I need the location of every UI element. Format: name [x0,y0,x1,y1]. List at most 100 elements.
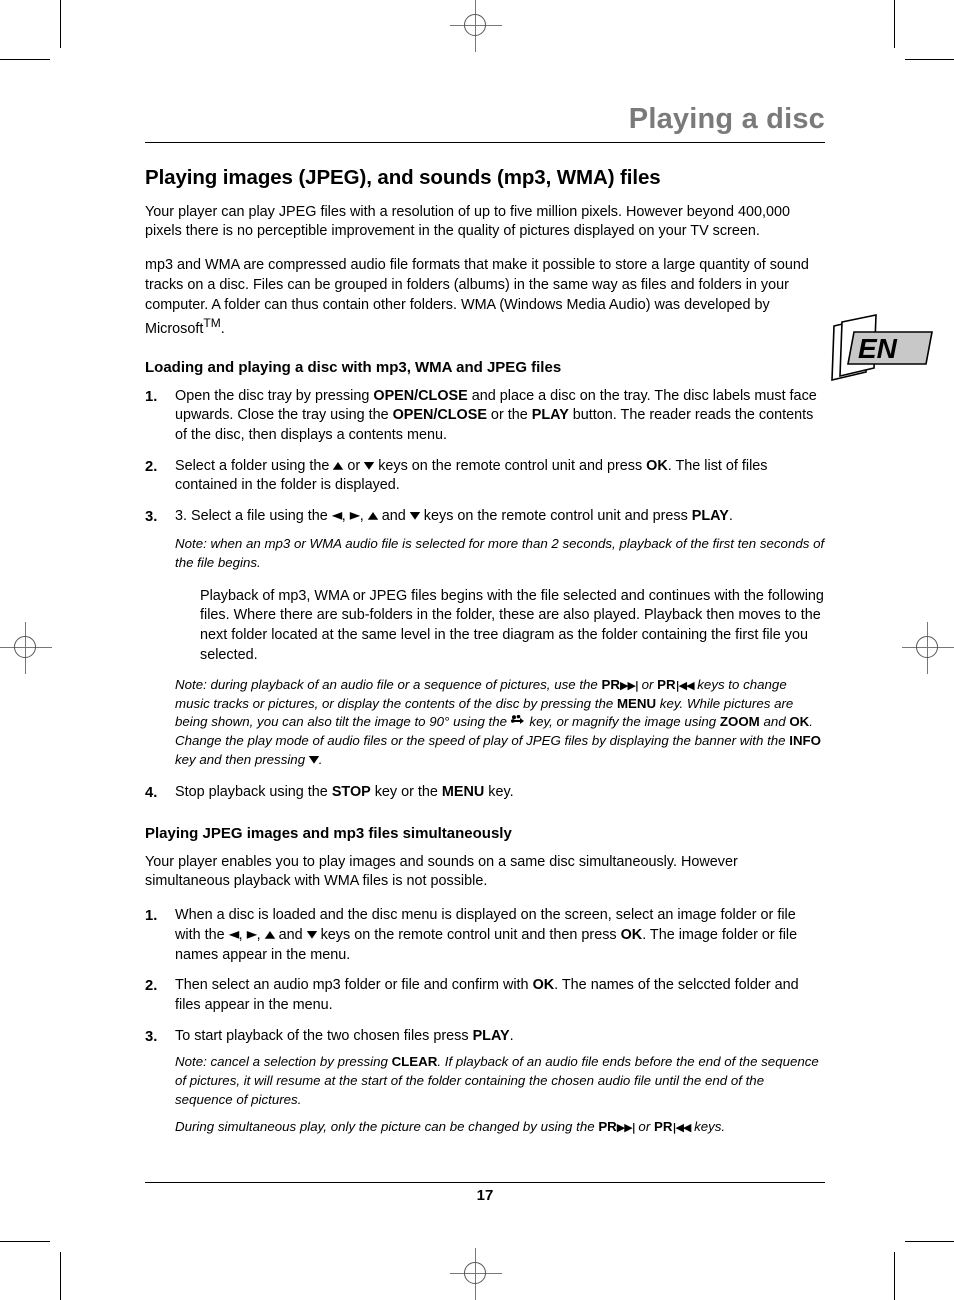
arrow-up-icon: ▲ [264,928,275,941]
crop-mark-top-right-vertical [894,0,895,48]
t: Note: during playback of an audio file o… [175,676,602,692]
t: and [759,714,790,730]
page-title: Playing images (JPEG), and sounds (mp3, … [145,166,661,189]
key-pr: PR [653,1119,673,1135]
skip-backward-icon: |◀◀ [675,678,695,692]
step-note: Note: when an mp3 or WMA audio file is s… [175,535,825,570]
step-note-2: During simultaneous play, only the pictu… [175,1118,825,1137]
section-1-heading: Loading and playing a disc with mp3, WMA… [145,358,562,376]
step-number: 1. [145,908,158,925]
list-item: 1. When a disc is loaded and the disc me… [145,906,825,965]
list-item: 4. Stop playback using the STOP key or t… [145,783,825,803]
step-number: 1. [145,388,158,405]
step-text: Then select an audio mp3 folder or file … [175,976,825,1015]
key-ok: OK [532,977,555,994]
crop-mark-bottom-left-vertical [60,1252,61,1300]
page-footer: 17 [145,1182,825,1204]
key-menu: MENU [441,783,485,800]
arrow-up-icon: ▲ [367,509,379,522]
intro-p2-text: mp3 and WMA are compressed audio file fo… [145,257,809,338]
key-pr: PR [598,1119,617,1135]
step-body: Then select an audio mp3 folder or file … [175,976,825,1015]
language-badge-en: EN [826,310,938,382]
key-ok: OK [789,714,810,730]
step-text: To start playback of the two chosen file… [175,1027,825,1047]
arrow-down-icon: ▼ [308,753,320,766]
t: or [343,457,365,474]
t: key. [484,783,514,800]
key-zoom: ZOOM [719,714,760,730]
skip-forward-icon: ▶▶| [620,678,639,692]
en-badge-label: EN [858,333,898,364]
key-play: PLAY [691,508,729,525]
page-number: 17 [476,1187,494,1204]
arrow-left-icon: ◀ [228,928,239,941]
t: keys. [690,1119,726,1135]
page-content: Playing a disc Playing images (JPEG), an… [145,0,825,1148]
t: . [509,1027,514,1044]
running-head: Playing a disc [628,103,825,135]
arrow-down-icon: ▼ [363,459,375,472]
t: Select a folder using the [175,457,334,474]
intro-p2-period: . [220,321,225,338]
t: . [318,752,323,768]
list-item: 2. Then select an audio mp3 folder or fi… [145,976,825,1015]
step-text: Open the disc tray by pressing OPEN/CLOS… [175,387,825,446]
key-ok: OK [646,457,668,474]
crop-mark-top-left-vertical [60,0,61,48]
t: 3. Select a file using the [175,508,332,525]
crop-mark-bottom-right-vertical [894,1252,895,1300]
step-note-1: Note: cancel a selection by pressing CLE… [175,1053,825,1110]
t: keys on the remote control unit and then… [316,926,621,943]
header-divider [145,142,825,143]
step-body: 3. Select a file using the ◀, ▶, ▲ and ▼… [175,507,825,770]
t: Then select an audio mp3 folder or file … [175,977,533,994]
key-pr: PR [657,676,676,692]
step-body: Stop playback using the STOP key or the … [175,783,825,803]
t: Note: cancel a selection by pressing [175,1054,392,1070]
t: , [359,508,368,525]
list-item: 3. 3. Select a file using the ◀, ▶, ▲ an… [145,507,825,770]
key-open-close: OPEN/CLOSE [392,407,487,424]
step-text: When a disc is loaded and the disc menu … [175,906,825,965]
section-2-heading: Playing JPEG images and mp3 files simult… [145,824,512,842]
key-stop: STOP [331,783,371,800]
arrow-left-icon: ◀ [331,509,343,522]
en-badge-graphic: EN [831,314,933,382]
t: , [341,508,350,525]
step-body: Select a folder using the ▲ or ▼ keys on… [175,457,825,496]
t: or the [486,407,532,424]
key-pr: PR [601,676,620,692]
step-text: Select a folder using the ▲ or ▼ keys on… [175,457,825,496]
t: Open the disc tray by pressing [175,387,374,404]
list-item: 1. Open the disc tray by pressing OPEN/C… [145,387,825,446]
step-number: 4. [145,784,158,801]
t: key and then pressing [175,752,309,768]
intro-paragraph-2: mp3 and WMA are compressed audio file fo… [145,256,825,340]
key-info: INFO [789,733,822,749]
registration-mark-left [0,622,52,674]
t: Stop playback using the [175,783,332,800]
t: or [637,676,658,692]
arrow-right-icon: ▶ [246,928,257,941]
key-open-close: OPEN/CLOSE [373,387,468,404]
t: keys on the remote control unit and pres… [374,457,647,474]
arrow-up-icon: ▲ [333,459,344,472]
key-play: PLAY [531,407,569,424]
list-item: 3. To start playback of the two chosen f… [145,1027,825,1137]
t: and [274,926,307,943]
t: , [238,926,247,943]
step-body: To start playback of the two chosen file… [175,1027,825,1137]
intro-paragraph-1: Your player can play JPEG files with a r… [145,203,790,240]
key-clear: CLEAR [391,1054,438,1070]
t: and [377,508,410,525]
skip-backward-icon: |◀◀ [672,1121,691,1135]
step-note-2: Note: during playback of an audio file o… [175,676,825,771]
skip-forward-icon: ▶▶| [616,1121,636,1135]
crop-mark-top-right-horizontal [905,59,954,60]
arrow-down-icon: ▼ [409,509,421,522]
registration-mark-right [902,622,954,674]
t: or [634,1119,654,1135]
t: To start playback of the two chosen file… [175,1027,473,1044]
step-text: Stop playback using the STOP key or the … [175,783,825,803]
